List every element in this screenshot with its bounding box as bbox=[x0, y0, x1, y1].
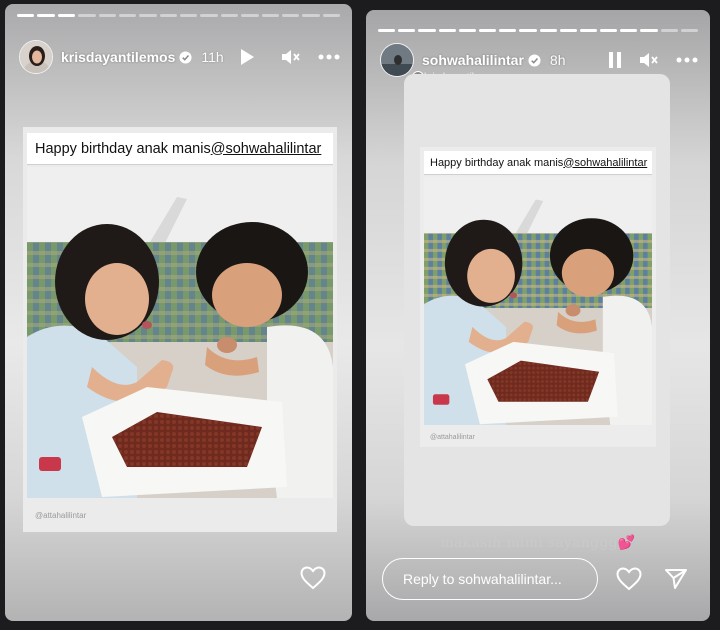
progress-segment bbox=[17, 14, 35, 17]
progress-segment bbox=[559, 29, 577, 32]
like-button[interactable] bbox=[616, 567, 642, 591]
send-icon bbox=[665, 569, 687, 589]
birthday-photo bbox=[27, 167, 333, 498]
shared-post-card[interactable]: Happy birthday anak manis @sohwahalilint… bbox=[23, 127, 337, 532]
reshared-story-frame[interactable]: Happy birthday anak manis @sohwahalilint… bbox=[404, 74, 670, 526]
progress-segment bbox=[680, 29, 698, 32]
progress-segment bbox=[438, 29, 456, 32]
story-text-overlay: makasih mimi sayanggg💕 bbox=[366, 535, 710, 551]
progress-segment bbox=[499, 29, 517, 32]
progress-segment bbox=[322, 14, 340, 17]
story-message-text: makasih mimi sayanggg bbox=[440, 535, 618, 551]
progress-segment bbox=[539, 29, 557, 32]
story-panel-left: krisdayantilemos 11h Happy birthday anak… bbox=[5, 4, 352, 621]
progress-segment bbox=[418, 29, 436, 32]
progress-segment bbox=[57, 14, 76, 17]
story-timestamp: 8h bbox=[549, 52, 566, 68]
mute-button[interactable] bbox=[278, 44, 304, 70]
progress-segment bbox=[139, 14, 157, 17]
progress-segment bbox=[620, 29, 638, 32]
play-button[interactable] bbox=[234, 44, 260, 70]
progress-segment bbox=[220, 14, 239, 17]
photo-watermark: @attahalilintar bbox=[35, 511, 87, 520]
story-username[interactable]: krisdayantilemos bbox=[61, 49, 175, 65]
progress-segment bbox=[302, 14, 320, 17]
more-icon bbox=[676, 57, 698, 63]
progress-segment bbox=[478, 29, 497, 32]
reply-input[interactable] bbox=[382, 558, 598, 600]
photo-watermark: @attahalilintar bbox=[430, 434, 475, 441]
progress-segment bbox=[37, 14, 55, 17]
progress-segment bbox=[398, 29, 416, 32]
story-username[interactable]: sohwahalilintar bbox=[422, 52, 524, 68]
heart-icon bbox=[616, 567, 642, 591]
progress-segment bbox=[281, 14, 300, 17]
heart-icon bbox=[300, 566, 326, 590]
speaker-muted-icon bbox=[640, 53, 658, 67]
progress-segment bbox=[519, 29, 537, 32]
caption-mention-link[interactable]: @sohwahalilintar bbox=[563, 157, 647, 169]
pause-icon bbox=[609, 52, 621, 68]
story-progress-bar bbox=[17, 14, 340, 17]
shared-post-card[interactable]: Happy birthday anak manis @sohwahalilint… bbox=[420, 147, 656, 447]
caption-mention-link[interactable]: @sohwahalilintar bbox=[211, 141, 322, 157]
verified-badge-icon bbox=[528, 53, 541, 67]
progress-segment bbox=[660, 29, 678, 32]
caption-text: Happy birthday anak manis bbox=[430, 156, 564, 169]
progress-segment bbox=[579, 29, 598, 32]
story-timestamp: 11h bbox=[201, 49, 224, 65]
send-button[interactable] bbox=[664, 568, 688, 590]
like-button[interactable] bbox=[300, 566, 326, 595]
progress-segment bbox=[600, 29, 618, 32]
story-progress-bar bbox=[378, 29, 698, 32]
progress-segment bbox=[261, 14, 279, 17]
reply-bar bbox=[382, 558, 696, 600]
more-icon bbox=[318, 54, 340, 60]
progress-segment bbox=[159, 14, 177, 17]
progress-segment bbox=[98, 14, 116, 17]
avatar[interactable] bbox=[380, 43, 414, 77]
avatar[interactable] bbox=[19, 40, 53, 74]
progress-segment bbox=[78, 14, 96, 17]
progress-segment bbox=[640, 29, 658, 32]
caption-text: Happy birthday anak manis bbox=[35, 140, 211, 157]
progress-segment bbox=[200, 14, 218, 17]
progress-segment bbox=[458, 29, 476, 32]
birthday-photo bbox=[424, 177, 652, 425]
verified-badge-icon bbox=[179, 50, 192, 64]
story-panel-right: sohwahalilintar 8h krisdayantilemos bbox=[366, 10, 710, 621]
progress-segment bbox=[180, 14, 198, 17]
play-icon bbox=[240, 49, 254, 65]
progress-segment bbox=[118, 14, 137, 17]
progress-segment bbox=[378, 29, 396, 32]
pause-button[interactable] bbox=[602, 47, 628, 73]
more-options-button[interactable] bbox=[674, 47, 700, 73]
speaker-muted-icon bbox=[282, 50, 300, 64]
progress-segment bbox=[241, 14, 259, 17]
more-options-button[interactable] bbox=[316, 44, 342, 70]
heart-emoji: 💕 bbox=[617, 535, 636, 551]
mute-button[interactable] bbox=[636, 47, 662, 73]
post-caption: Happy birthday anak manis @sohwahalilint… bbox=[27, 133, 333, 165]
post-caption: Happy birthday anak manis @sohwahalilint… bbox=[424, 151, 652, 175]
story-header: krisdayantilemos 11h bbox=[19, 40, 342, 74]
